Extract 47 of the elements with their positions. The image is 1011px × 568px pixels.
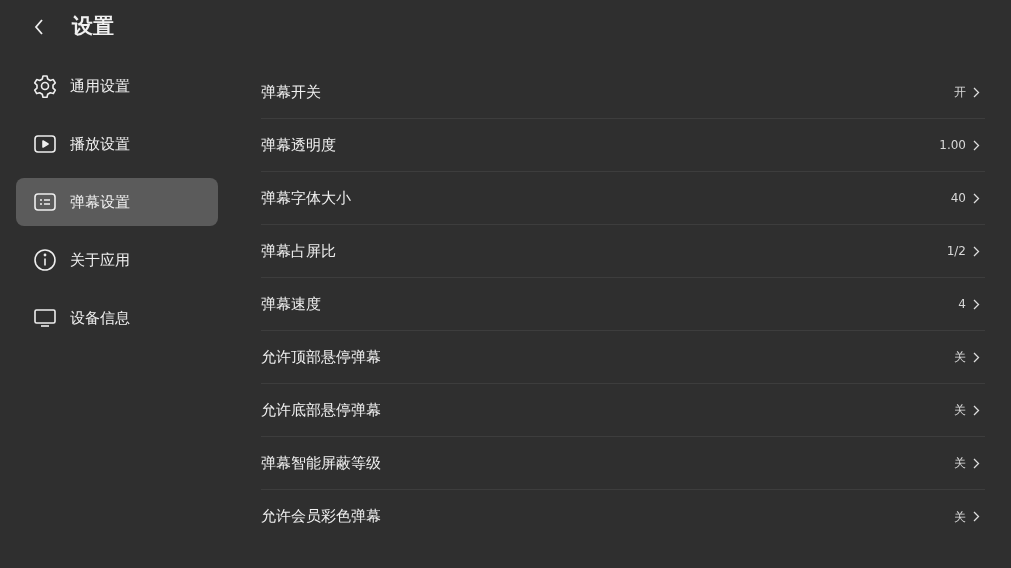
setting-value: 关 [954, 402, 966, 419]
subtitle-icon [33, 190, 57, 214]
chevron-right-icon [973, 139, 980, 151]
sidebar-item[interactable]: 弹幕设置 [16, 178, 218, 226]
setting-value: 关 [954, 455, 966, 472]
setting-row[interactable]: 允许底部悬停弹幕 关 [261, 384, 985, 437]
chevron-right-icon [973, 245, 980, 257]
chevron-right-icon [973, 298, 980, 310]
setting-value: 1/2 [946, 243, 966, 260]
setting-label: 弹幕开关 [261, 81, 322, 103]
sidebar-item[interactable]: 播放设置 [16, 120, 218, 168]
chevron-right-icon [973, 511, 980, 522]
setting-label: 允许会员彩色弹幕 [261, 506, 382, 528]
setting-label: 弹幕占屏比 [261, 240, 337, 262]
gear-icon [33, 74, 57, 98]
sidebar-item[interactable]: 关于应用 [16, 236, 218, 284]
setting-value: 40 [950, 190, 966, 207]
setting-label: 允许顶部悬停弹幕 [261, 346, 382, 368]
setting-row[interactable]: 弹幕开关 开 [261, 66, 985, 119]
setting-label: 弹幕字体大小 [261, 187, 352, 209]
setting-label: 弹幕智能屏蔽等级 [261, 452, 382, 474]
monitor-icon [33, 306, 57, 330]
setting-value: 关 [954, 349, 966, 366]
setting-label: 弹幕透明度 [261, 134, 337, 156]
setting-value: 1.00 [939, 137, 966, 154]
setting-value: 关 [954, 508, 966, 526]
setting-value: 开 [954, 84, 966, 101]
setting-label: 弹幕速度 [261, 293, 322, 315]
setting-row[interactable]: 允许会员彩色弹幕 关 [261, 490, 985, 543]
setting-row[interactable]: 弹幕字体大小 40 [261, 172, 985, 225]
sidebar-item[interactable]: 通用设置 [16, 62, 218, 110]
chevron-right-icon [973, 86, 980, 98]
setting-row[interactable]: 弹幕智能屏蔽等级 关 [261, 437, 985, 490]
chevron-right-icon [973, 404, 980, 416]
chevron-right-icon [973, 192, 980, 204]
chevron-right-icon [973, 351, 980, 363]
setting-row[interactable]: 弹幕透明度 1.00 [261, 119, 985, 172]
info-icon [33, 248, 57, 272]
chevron-right-icon [973, 457, 980, 469]
setting-value: 4 [958, 296, 966, 313]
sidebar-item[interactable]: 设备信息 [16, 294, 218, 342]
setting-label: 允许底部悬停弹幕 [261, 399, 382, 421]
setting-row[interactable]: 弹幕速度 4 [261, 278, 985, 331]
setting-row[interactable]: 允许顶部悬停弹幕 关 [261, 331, 985, 384]
page-title: 设置 [72, 13, 114, 41]
play-icon [33, 132, 57, 156]
setting-row[interactable]: 弹幕占屏比 1/2 [261, 225, 985, 278]
